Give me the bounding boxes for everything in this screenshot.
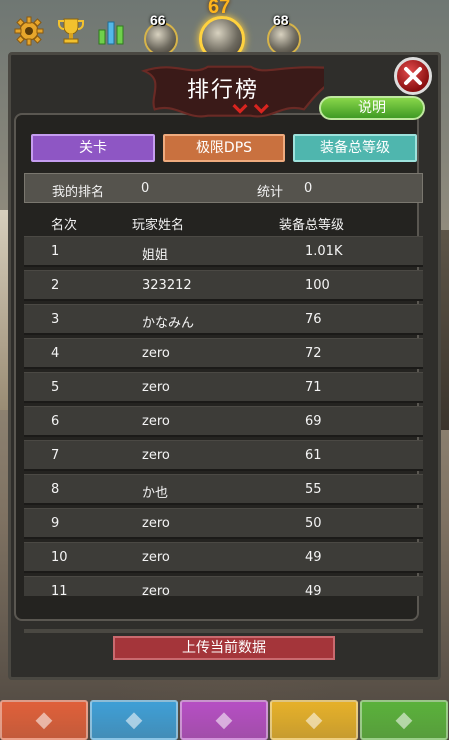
level-coin-current-value: 67 bbox=[208, 0, 231, 18]
page-title: 排行榜 bbox=[186, 78, 259, 103]
wolf-icon: ◆ bbox=[125, 707, 143, 733]
row-rank: 6 bbox=[51, 414, 60, 429]
column-gear-level: 装备总等级 bbox=[279, 218, 345, 233]
close-button[interactable] bbox=[394, 57, 432, 95]
nav-button-scroll[interactable]: ◆ bbox=[0, 700, 88, 740]
row-player-name: 姐姐 bbox=[142, 248, 169, 263]
table-row[interactable]: 3 かなみん 76 bbox=[24, 304, 423, 335]
table-row[interactable]: 9 zero 50 bbox=[24, 508, 423, 539]
column-rank: 名次 bbox=[51, 218, 78, 233]
row-rank: 5 bbox=[51, 380, 60, 395]
helmet-icon: ◆ bbox=[215, 707, 233, 733]
upload-divider bbox=[24, 629, 423, 633]
table-row[interactable]: 5 zero 71 bbox=[24, 372, 423, 403]
row-gear-level: 100 bbox=[305, 278, 330, 293]
level-coin-prev-value: 66 bbox=[150, 12, 166, 28]
row-rank: 7 bbox=[51, 448, 60, 463]
leaderboard-list[interactable]: 1 姐姐 1.01K 2 323212 100 3 かなみん 76 4 zero 72 5 zero 71 6… bbox=[24, 236, 423, 596]
nav-button-treasure[interactable]: ◆ bbox=[360, 700, 448, 740]
row-gear-level: 72 bbox=[305, 346, 322, 361]
row-rank: 4 bbox=[51, 346, 60, 361]
top-bar: 66 67 68 bbox=[0, 0, 449, 62]
treasure-icon: ◆ bbox=[395, 707, 413, 733]
tab-stage[interactable]: 关卡 bbox=[31, 134, 155, 162]
row-player-name: zero bbox=[142, 414, 170, 429]
table-header: 名次 玩家姓名 装备总等级 bbox=[24, 210, 423, 236]
row-player-name: zero bbox=[142, 380, 170, 395]
trophy-icon bbox=[58, 18, 84, 44]
table-row[interactable]: 8 か也 55 bbox=[24, 474, 423, 505]
row-gear-level: 71 bbox=[305, 380, 322, 395]
upload-data-button[interactable]: 上传当前数据 bbox=[113, 636, 335, 660]
nav-button-wolf[interactable]: ◆ bbox=[90, 700, 178, 740]
row-rank: 8 bbox=[51, 482, 60, 497]
table-row[interactable]: 7 zero 61 bbox=[24, 440, 423, 471]
nav-button-pig[interactable]: ◆ bbox=[270, 700, 358, 740]
row-rank: 9 bbox=[51, 516, 60, 531]
stats-value: 0 bbox=[304, 181, 313, 196]
row-rank: 2 bbox=[51, 278, 60, 293]
bottom-nav: ◆ ◆ ◆ ◆ ◆ bbox=[0, 700, 449, 740]
row-player-name: zero bbox=[142, 584, 170, 596]
pig-icon: ◆ bbox=[305, 707, 323, 733]
row-gear-level: 61 bbox=[305, 448, 322, 463]
table-row[interactable]: 6 zero 69 bbox=[24, 406, 423, 437]
table-row[interactable]: 4 zero 72 bbox=[24, 338, 423, 369]
row-player-name: 323212 bbox=[142, 278, 192, 293]
stats-button[interactable] bbox=[94, 14, 128, 48]
my-rank-row: 我的排名 0 统计 0 bbox=[24, 173, 423, 203]
row-gear-level: 50 bbox=[305, 516, 322, 531]
column-player-name: 玩家姓名 bbox=[132, 218, 185, 233]
row-player-name: かなみん bbox=[142, 316, 195, 331]
trophy-button[interactable] bbox=[54, 14, 88, 48]
row-rank: 11 bbox=[51, 584, 68, 596]
row-gear-level: 55 bbox=[305, 482, 322, 497]
nav-button-helmet[interactable]: ◆ bbox=[180, 700, 268, 740]
scroll-icon: ◆ bbox=[35, 707, 53, 733]
close-icon bbox=[404, 67, 422, 85]
row-gear-level: 76 bbox=[305, 312, 322, 327]
row-gear-level: 49 bbox=[305, 584, 322, 596]
row-rank: 10 bbox=[51, 550, 68, 565]
gear-icon bbox=[14, 16, 44, 46]
settings-gear-button[interactable] bbox=[12, 14, 46, 48]
level-coin-next-value: 68 bbox=[273, 12, 289, 28]
row-gear-level: 69 bbox=[305, 414, 322, 429]
row-player-name: zero bbox=[142, 448, 170, 463]
my-rank-label: 我的排名 bbox=[52, 185, 105, 200]
row-player-name: zero bbox=[142, 346, 170, 361]
row-player-name: か也 bbox=[142, 486, 169, 501]
help-button[interactable]: 说明 bbox=[319, 96, 425, 120]
tab-max-dps[interactable]: 极限DPS bbox=[163, 134, 285, 162]
stats-label: 统计 bbox=[257, 185, 284, 200]
tab-total-gear-level[interactable]: 装备总等级 bbox=[293, 134, 417, 162]
table-row[interactable]: 11 zero 49 bbox=[24, 576, 423, 596]
table-row[interactable]: 1 姐姐 1.01K bbox=[24, 236, 423, 267]
row-rank: 1 bbox=[51, 244, 60, 259]
row-player-name: zero bbox=[142, 516, 170, 531]
row-gear-level: 49 bbox=[305, 550, 322, 565]
row-rank: 3 bbox=[51, 312, 60, 327]
table-row[interactable]: 2 323212 100 bbox=[24, 270, 423, 301]
table-row[interactable]: 10 zero 49 bbox=[24, 542, 423, 573]
row-player-name: zero bbox=[142, 550, 170, 565]
bar-chart-icon bbox=[98, 21, 124, 45]
row-gear-level: 1.01K bbox=[305, 244, 343, 259]
my-rank-value: 0 bbox=[141, 181, 150, 196]
